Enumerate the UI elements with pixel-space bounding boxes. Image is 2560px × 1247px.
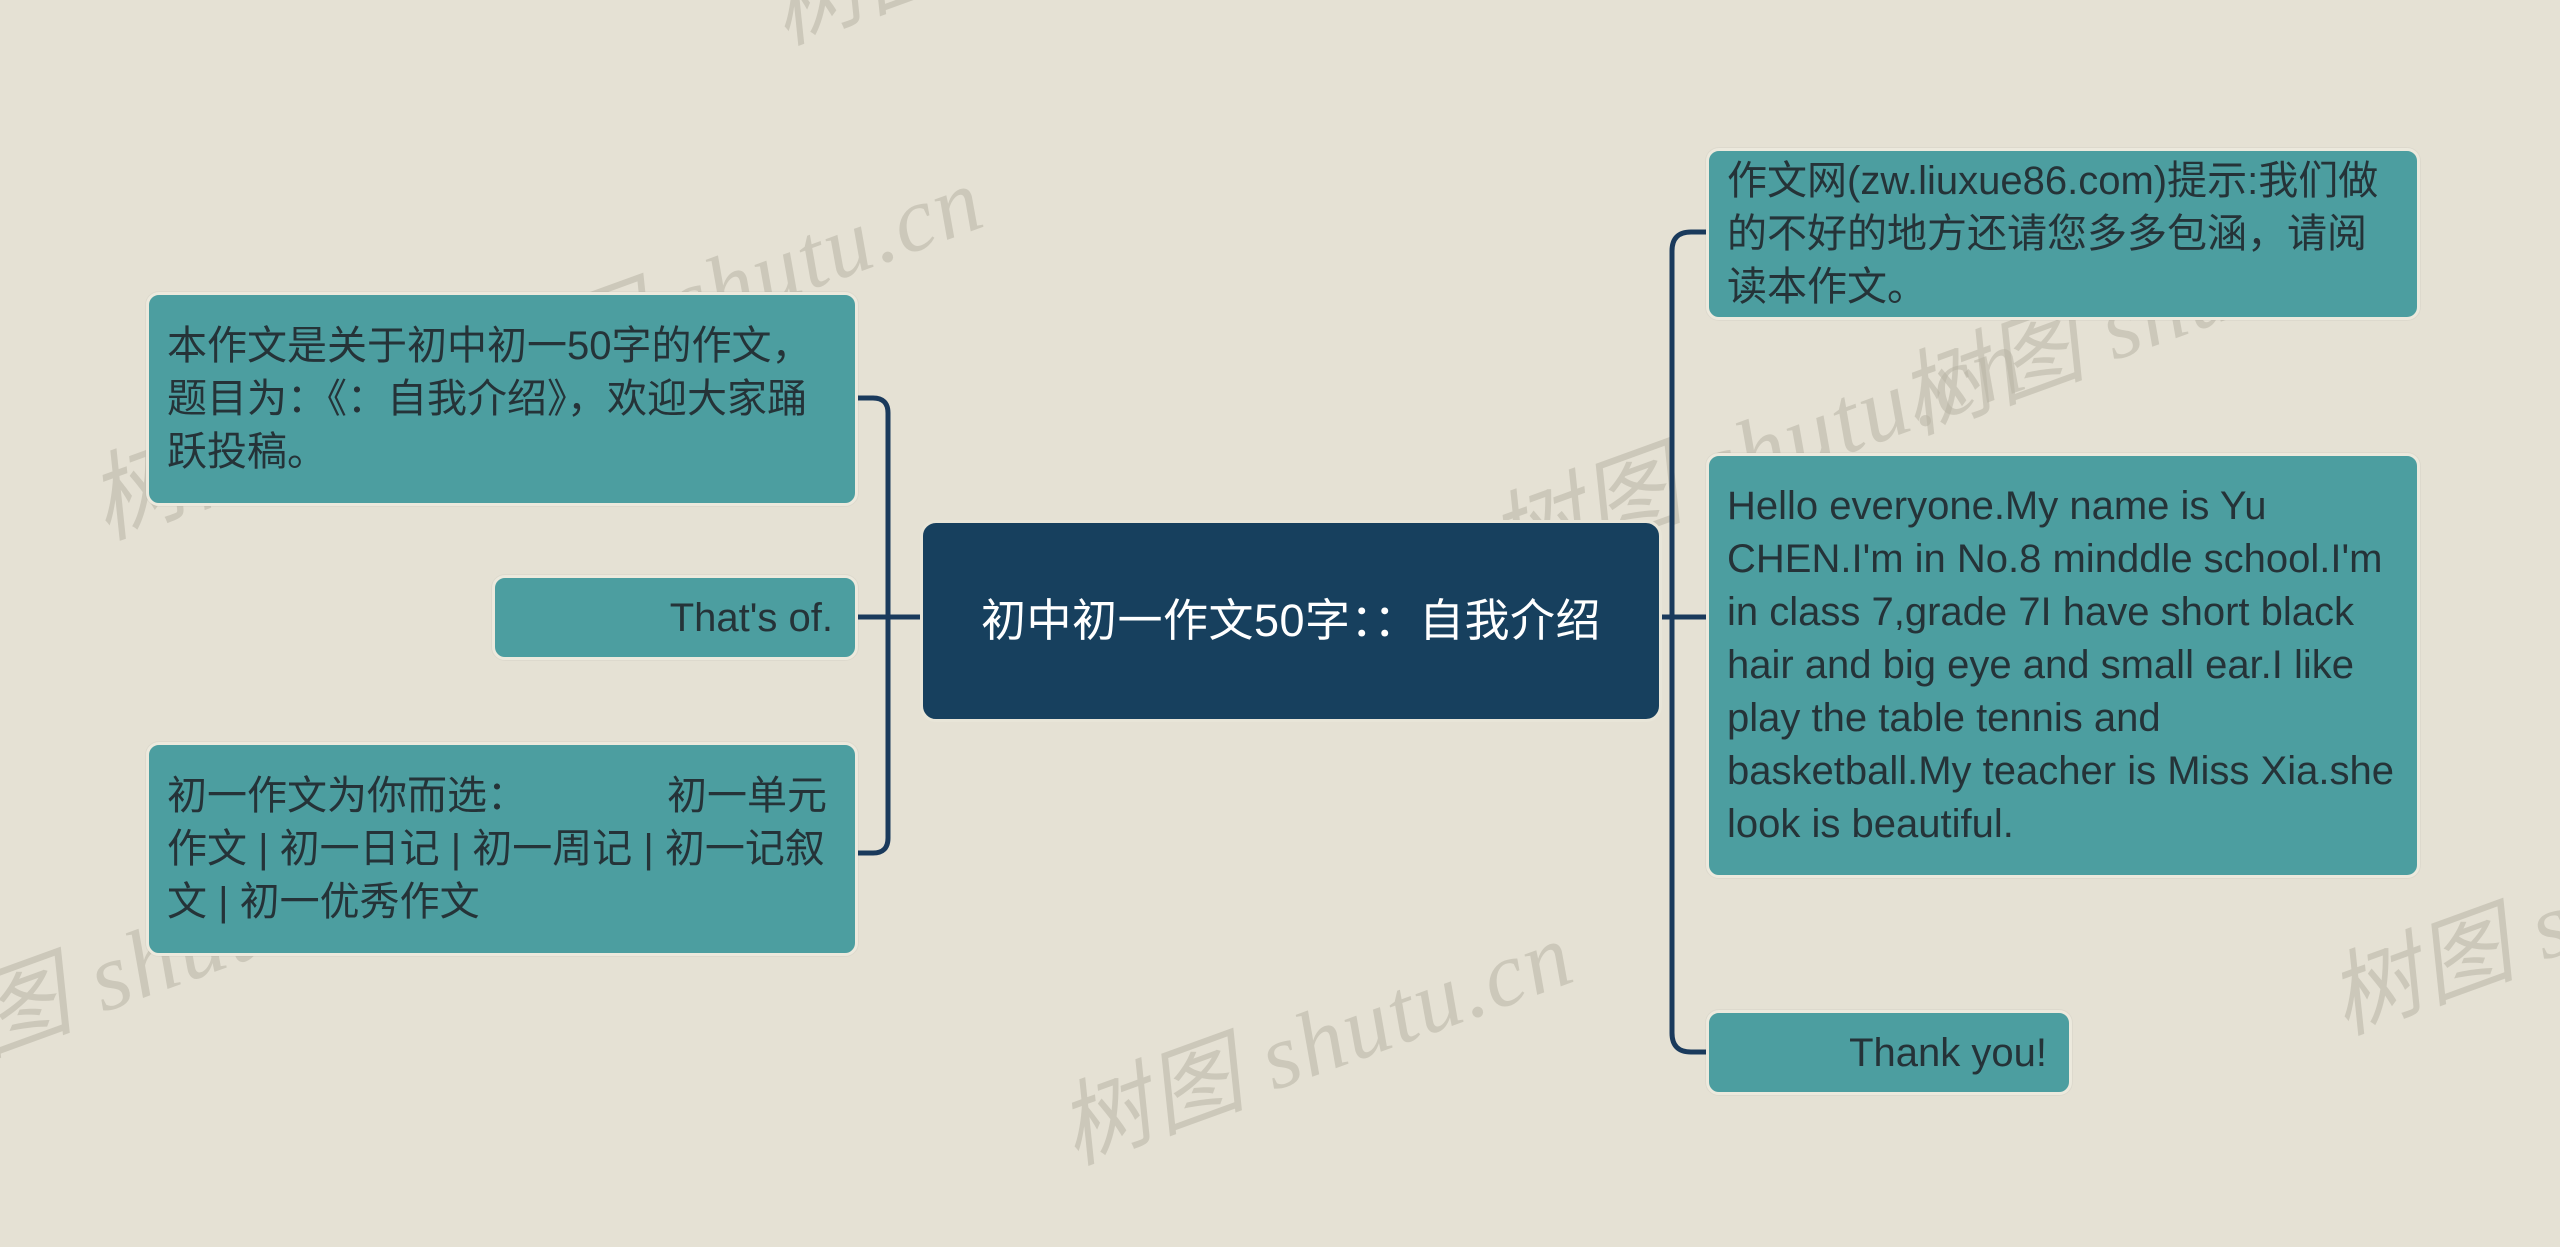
node-thank-you-label: Thank you! [1849, 1030, 2047, 1075]
node-categories[interactable]: 初一作文为你而选： 初一单元作文 | 初一日记 | 初一周记 | 初一记叙文 |… [146, 742, 858, 956]
node-site-tip[interactable]: 作文网(zw.liuxue86.com)提示:我们做的不好的地方还请您多多包涵，… [1706, 148, 2420, 320]
node-root-topic-label: 初中初一作文50字：：自我介绍 [980, 595, 1602, 646]
node-root-topic[interactable]: 初中初一作文50字：：自我介绍 [920, 520, 1662, 722]
node-intro-label: 本作文是关于初中初一50字的作文，题目为：《：自我介绍》，欢迎大家踊跃投稿。 [167, 323, 812, 474]
node-essay-body[interactable]: Hello everyone.My name is Yu CHEN.I'm in… [1706, 453, 2420, 878]
connector-left-intro [858, 395, 891, 602]
connector-left-categories [858, 637, 891, 856]
node-thats-of-label: That's of. [669, 595, 833, 640]
node-site-tip-label: 作文网(zw.liuxue86.com)提示:我们做的不好的地方还请您多多包涵，… [1727, 158, 2379, 309]
node-categories-label: 初一作文为你而选： 初一单元作文 | 初一日记 | 初一周记 | 初一记叙文 |… [167, 773, 827, 924]
node-essay-body-label: Hello everyone.My name is Yu CHEN.I'm in… [1727, 484, 2394, 846]
connector-right-thanks [1669, 637, 1706, 1055]
node-thank-you[interactable]: Thank you! [1706, 1010, 2072, 1095]
mindmap-canvas: 树图 shutu.cn 树图 shutu.cn 树图 shutu.cn 树图 s… [0, 0, 2560, 1247]
node-thats-of[interactable]: That's of. [492, 575, 858, 660]
connector-right-tip [1669, 229, 1706, 602]
node-intro[interactable]: 本作文是关于初中初一50字的作文，题目为：《：自我介绍》，欢迎大家踊跃投稿。 [146, 292, 858, 506]
